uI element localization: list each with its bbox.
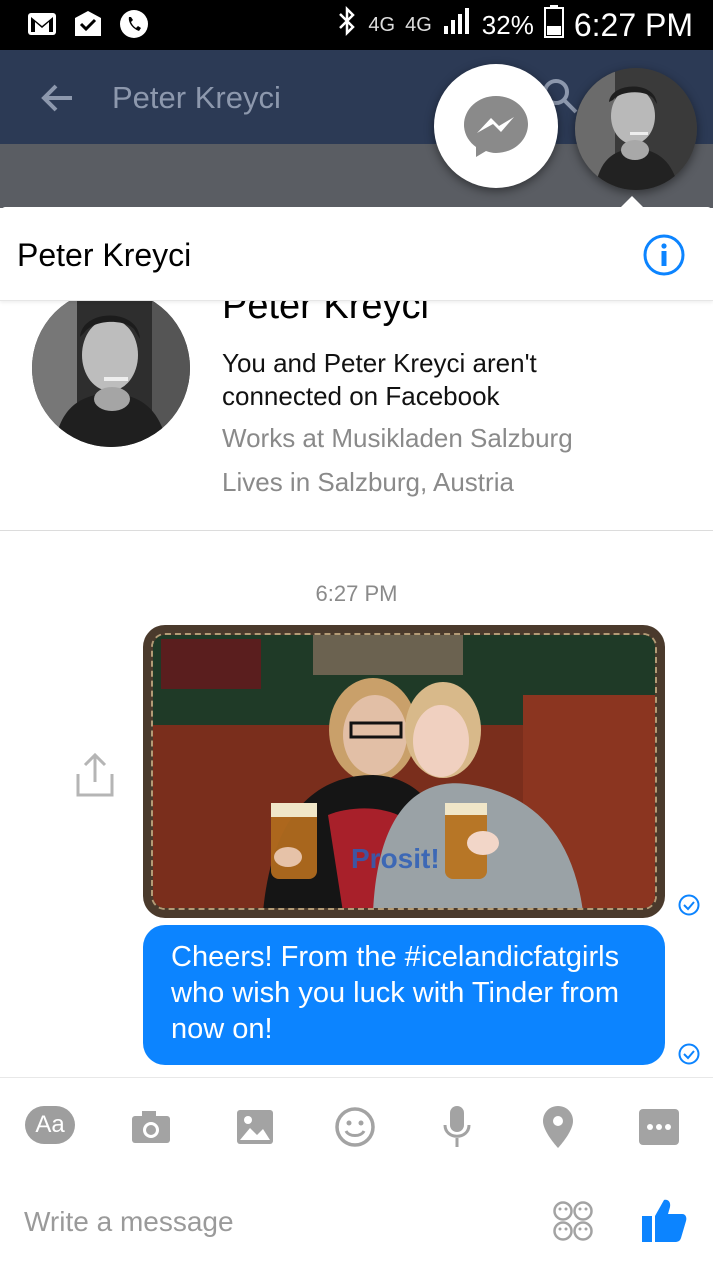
- avatar[interactable]: [32, 289, 190, 447]
- share-icon[interactable]: [74, 752, 116, 798]
- photo-message[interactable]: Prosit!: [143, 625, 665, 918]
- signal-icon: [442, 6, 472, 44]
- stickers-icon[interactable]: [552, 1200, 594, 1242]
- messenger-chat-head[interactable]: [434, 64, 558, 188]
- photo-overlay-text: Prosit!: [351, 843, 440, 874]
- mail-check-icon: [72, 8, 104, 40]
- more-icon[interactable]: [638, 1106, 680, 1148]
- battery-percent: 32%: [481, 9, 534, 40]
- gmail-icon: [26, 8, 58, 40]
- camera-icon[interactable]: [130, 1106, 172, 1148]
- delivered-check-icon: [678, 1043, 700, 1065]
- message-timestamp: 6:27 PM: [315, 581, 398, 606]
- location-icon[interactable]: [537, 1106, 579, 1148]
- profile-location: Lives in Salzburg, Austria: [222, 467, 514, 497]
- message-composer: Aa Write a message: [0, 1077, 713, 1268]
- connection-status: You and Peter Kreyci aren't connected on…: [222, 348, 537, 411]
- chat-head-card: Peter Kreyci Peter Kreyci You and Peter …: [0, 207, 713, 1268]
- text-message[interactable]: Cheers! From the #icelandicfatgirls who …: [143, 925, 665, 1065]
- conversation-header: Peter Kreyci: [0, 207, 713, 301]
- status-time: 6:27 PM: [573, 6, 693, 43]
- microphone-icon[interactable]: [436, 1106, 478, 1148]
- message-input[interactable]: Write a message: [24, 1206, 234, 1238]
- info-icon[interactable]: [642, 233, 686, 277]
- app-header-title: Peter Kreyci: [112, 80, 281, 115]
- battery-icon: [543, 4, 564, 46]
- gallery-icon[interactable]: [234, 1106, 276, 1148]
- delivered-check-icon: [678, 894, 700, 916]
- network-4g-b: 4G: [405, 14, 432, 36]
- phone-icon: [118, 8, 150, 40]
- emoji-icon[interactable]: [334, 1106, 376, 1148]
- network-4g-a: 4G: [368, 14, 396, 36]
- like-thumbs-up-icon[interactable]: [640, 1196, 688, 1244]
- messenger-icon: [464, 96, 528, 157]
- photo-image: Prosit!: [151, 633, 657, 910]
- contact-profile: Peter Kreyci You and Peter Kreyci aren't…: [0, 267, 713, 531]
- back-arrow-icon[interactable]: [38, 78, 78, 118]
- contact-chat-head-avatar[interactable]: [575, 68, 697, 190]
- bluetooth-icon: [336, 5, 358, 45]
- profile-work: Works at Musikladen Salzburg: [222, 423, 573, 453]
- text-style-button[interactable]: Aa: [25, 1106, 75, 1144]
- conversation-title: Peter Kreyci: [17, 237, 192, 273]
- status-bar: 4G 4G 32% 6:27 PM: [0, 0, 713, 50]
